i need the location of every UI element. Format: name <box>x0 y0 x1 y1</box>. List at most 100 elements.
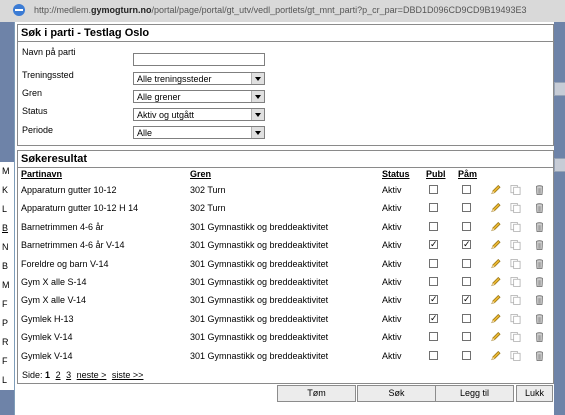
table-row[interactable]: Gym X alle V-14 301 Gymnastikk og breddea… <box>18 291 553 309</box>
clear-button[interactable]: Tøm <box>277 385 356 402</box>
chevron-down-icon[interactable] <box>251 127 264 138</box>
edit-pencil-icon[interactable] <box>490 258 501 270</box>
trash-icon[interactable] <box>534 239 545 251</box>
pager-page-2[interactable]: 2 <box>56 370 61 380</box>
header-status[interactable]: Status <box>382 169 410 179</box>
table-row[interactable]: Apparaturn gutter 10-12 302 Turn Aktiv <box>18 181 553 199</box>
edit-pencil-icon[interactable] <box>490 202 501 214</box>
trash-icon[interactable] <box>534 313 545 325</box>
copy-icon[interactable] <box>510 239 521 251</box>
edit-pencil-icon[interactable] <box>490 313 501 325</box>
chevron-down-icon[interactable] <box>251 109 264 120</box>
chevron-down-icon[interactable] <box>251 91 264 102</box>
copy-icon[interactable] <box>510 184 521 196</box>
browser-titlebar: http://medlem.gymogturn.no/portal/page/p… <box>0 0 565 23</box>
row-name[interactable]: Gymlek H-13 <box>21 314 74 324</box>
add-button[interactable]: Legg til <box>435 385 514 402</box>
trash-icon[interactable] <box>534 294 545 306</box>
branch-label: Gren <box>22 88 43 98</box>
table-row[interactable]: Gymlek V-14 301 Gymnastikk og breddeaktiv… <box>18 328 553 346</box>
branch-select[interactable]: Alle grener <box>133 90 265 103</box>
chevron-down-icon[interactable] <box>251 73 264 84</box>
table-row[interactable]: Barnetrimmen 4-6 år V-14 301 Gymnastikk o… <box>18 236 553 254</box>
publ-checkbox[interactable] <box>429 350 438 360</box>
table-row[interactable]: Gymlek H-13 301 Gymnastikk og breddeaktiv… <box>18 310 553 328</box>
publ-checkbox[interactable] <box>429 332 438 342</box>
copy-icon[interactable] <box>510 276 521 288</box>
edit-pencil-icon[interactable] <box>490 350 501 362</box>
header-name[interactable]: Partinavn <box>21 169 62 179</box>
publ-checkbox[interactable] <box>429 221 438 231</box>
pam-checkbox[interactable] <box>462 258 471 268</box>
name-input[interactable] <box>133 53 265 66</box>
row-name[interactable]: Barnetrimmen 4-6 år <box>21 222 104 232</box>
row-name[interactable]: Foreldre og barn V-14 <box>21 259 109 269</box>
copy-icon[interactable] <box>510 202 521 214</box>
edit-pencil-icon[interactable] <box>490 331 501 343</box>
pam-checkbox[interactable] <box>462 350 471 360</box>
copy-icon[interactable] <box>510 350 521 362</box>
row-branch: 301 Gymnastikk og breddeaktivitet <box>190 295 329 306</box>
search-button[interactable]: Søk <box>357 385 436 402</box>
row-name[interactable]: Gym X alle S-14 <box>21 277 87 287</box>
pam-checkbox[interactable] <box>462 238 471 250</box>
trash-icon[interactable] <box>534 331 545 343</box>
copy-icon[interactable] <box>510 221 521 233</box>
publ-checkbox[interactable] <box>429 185 438 194</box>
pam-checkbox[interactable] <box>462 185 471 194</box>
edit-pencil-icon[interactable] <box>490 221 501 233</box>
trash-icon[interactable] <box>534 276 545 288</box>
copy-icon[interactable] <box>510 294 521 306</box>
table-row[interactable]: Gym X alle S-14 301 Gymnastikk og breddea… <box>18 273 553 291</box>
row-name[interactable]: Gymlek V-14 <box>21 351 73 361</box>
publ-checkbox[interactable] <box>429 277 438 286</box>
publ-checkbox[interactable] <box>429 312 438 324</box>
header-publ[interactable]: Publ <box>426 169 446 179</box>
publ-checkbox[interactable] <box>429 293 438 305</box>
trash-icon[interactable] <box>534 202 545 214</box>
pager-last[interactable]: siste >> <box>112 370 144 380</box>
search-panel: Søk i parti - Testlag Oslo Navn på parti… <box>17 24 554 146</box>
copy-icon[interactable] <box>510 258 521 270</box>
table-row[interactable]: Gymlek V-14 301 Gymnastikk og breddeaktiv… <box>18 347 553 365</box>
edit-pencil-icon[interactable] <box>490 184 501 196</box>
pam-checkbox[interactable] <box>462 332 471 342</box>
trash-icon[interactable] <box>534 258 545 270</box>
pager-current: 1 <box>45 370 51 380</box>
row-name[interactable]: Apparaturn gutter 10-12 <box>21 185 117 195</box>
pager-next[interactable]: neste > <box>77 370 107 380</box>
close-button[interactable]: Lukk <box>516 385 553 402</box>
table-row[interactable]: Barnetrimmen 4-6 år 301 Gymnastikk og bre… <box>18 218 553 236</box>
pam-checkbox[interactable] <box>462 313 471 323</box>
venue-select[interactable]: Alle treningssteder <box>133 72 265 85</box>
table-row[interactable]: Foreldre og barn V-14 301 Gymnastikk og b… <box>18 255 553 273</box>
row-branch: 301 Gymnastikk og breddeaktivitet <box>190 277 329 287</box>
pager-page-3[interactable]: 3 <box>66 370 71 380</box>
header-branch[interactable]: Gren <box>190 169 211 179</box>
pam-checkbox[interactable] <box>462 277 471 286</box>
row-name[interactable]: Gym X alle V-14 <box>21 295 86 305</box>
status-select[interactable]: Aktiv og utgått <box>133 108 265 121</box>
copy-icon[interactable] <box>510 331 521 343</box>
venue-label: Treningssted <box>22 70 74 80</box>
table-row[interactable]: Apparaturn gutter 10-12 H 14 302 Turn Akti… <box>18 199 553 217</box>
publ-checkbox[interactable] <box>429 203 438 213</box>
copy-icon[interactable] <box>510 313 521 325</box>
row-name[interactable]: Barnetrimmen 4-6 år V-14 <box>21 240 125 250</box>
edit-pencil-icon[interactable] <box>490 276 501 288</box>
address-url[interactable]: http://medlem.gymogturn.no/portal/page/p… <box>34 5 527 15</box>
pam-checkbox[interactable] <box>462 221 471 231</box>
row-name[interactable]: Gymlek V-14 <box>21 332 73 342</box>
publ-checkbox[interactable] <box>429 238 438 250</box>
pam-checkbox[interactable] <box>462 203 471 213</box>
trash-icon[interactable] <box>534 184 545 196</box>
header-pam[interactable]: Påm <box>458 169 477 179</box>
trash-icon[interactable] <box>534 221 545 233</box>
edit-pencil-icon[interactable] <box>490 294 501 306</box>
period-select[interactable]: Alle <box>133 126 265 139</box>
row-name[interactable]: Apparaturn gutter 10-12 H 14 <box>21 203 138 213</box>
pam-checkbox[interactable] <box>462 293 471 305</box>
edit-pencil-icon[interactable] <box>490 239 501 251</box>
trash-icon[interactable] <box>534 350 545 362</box>
publ-checkbox[interactable] <box>429 258 438 268</box>
